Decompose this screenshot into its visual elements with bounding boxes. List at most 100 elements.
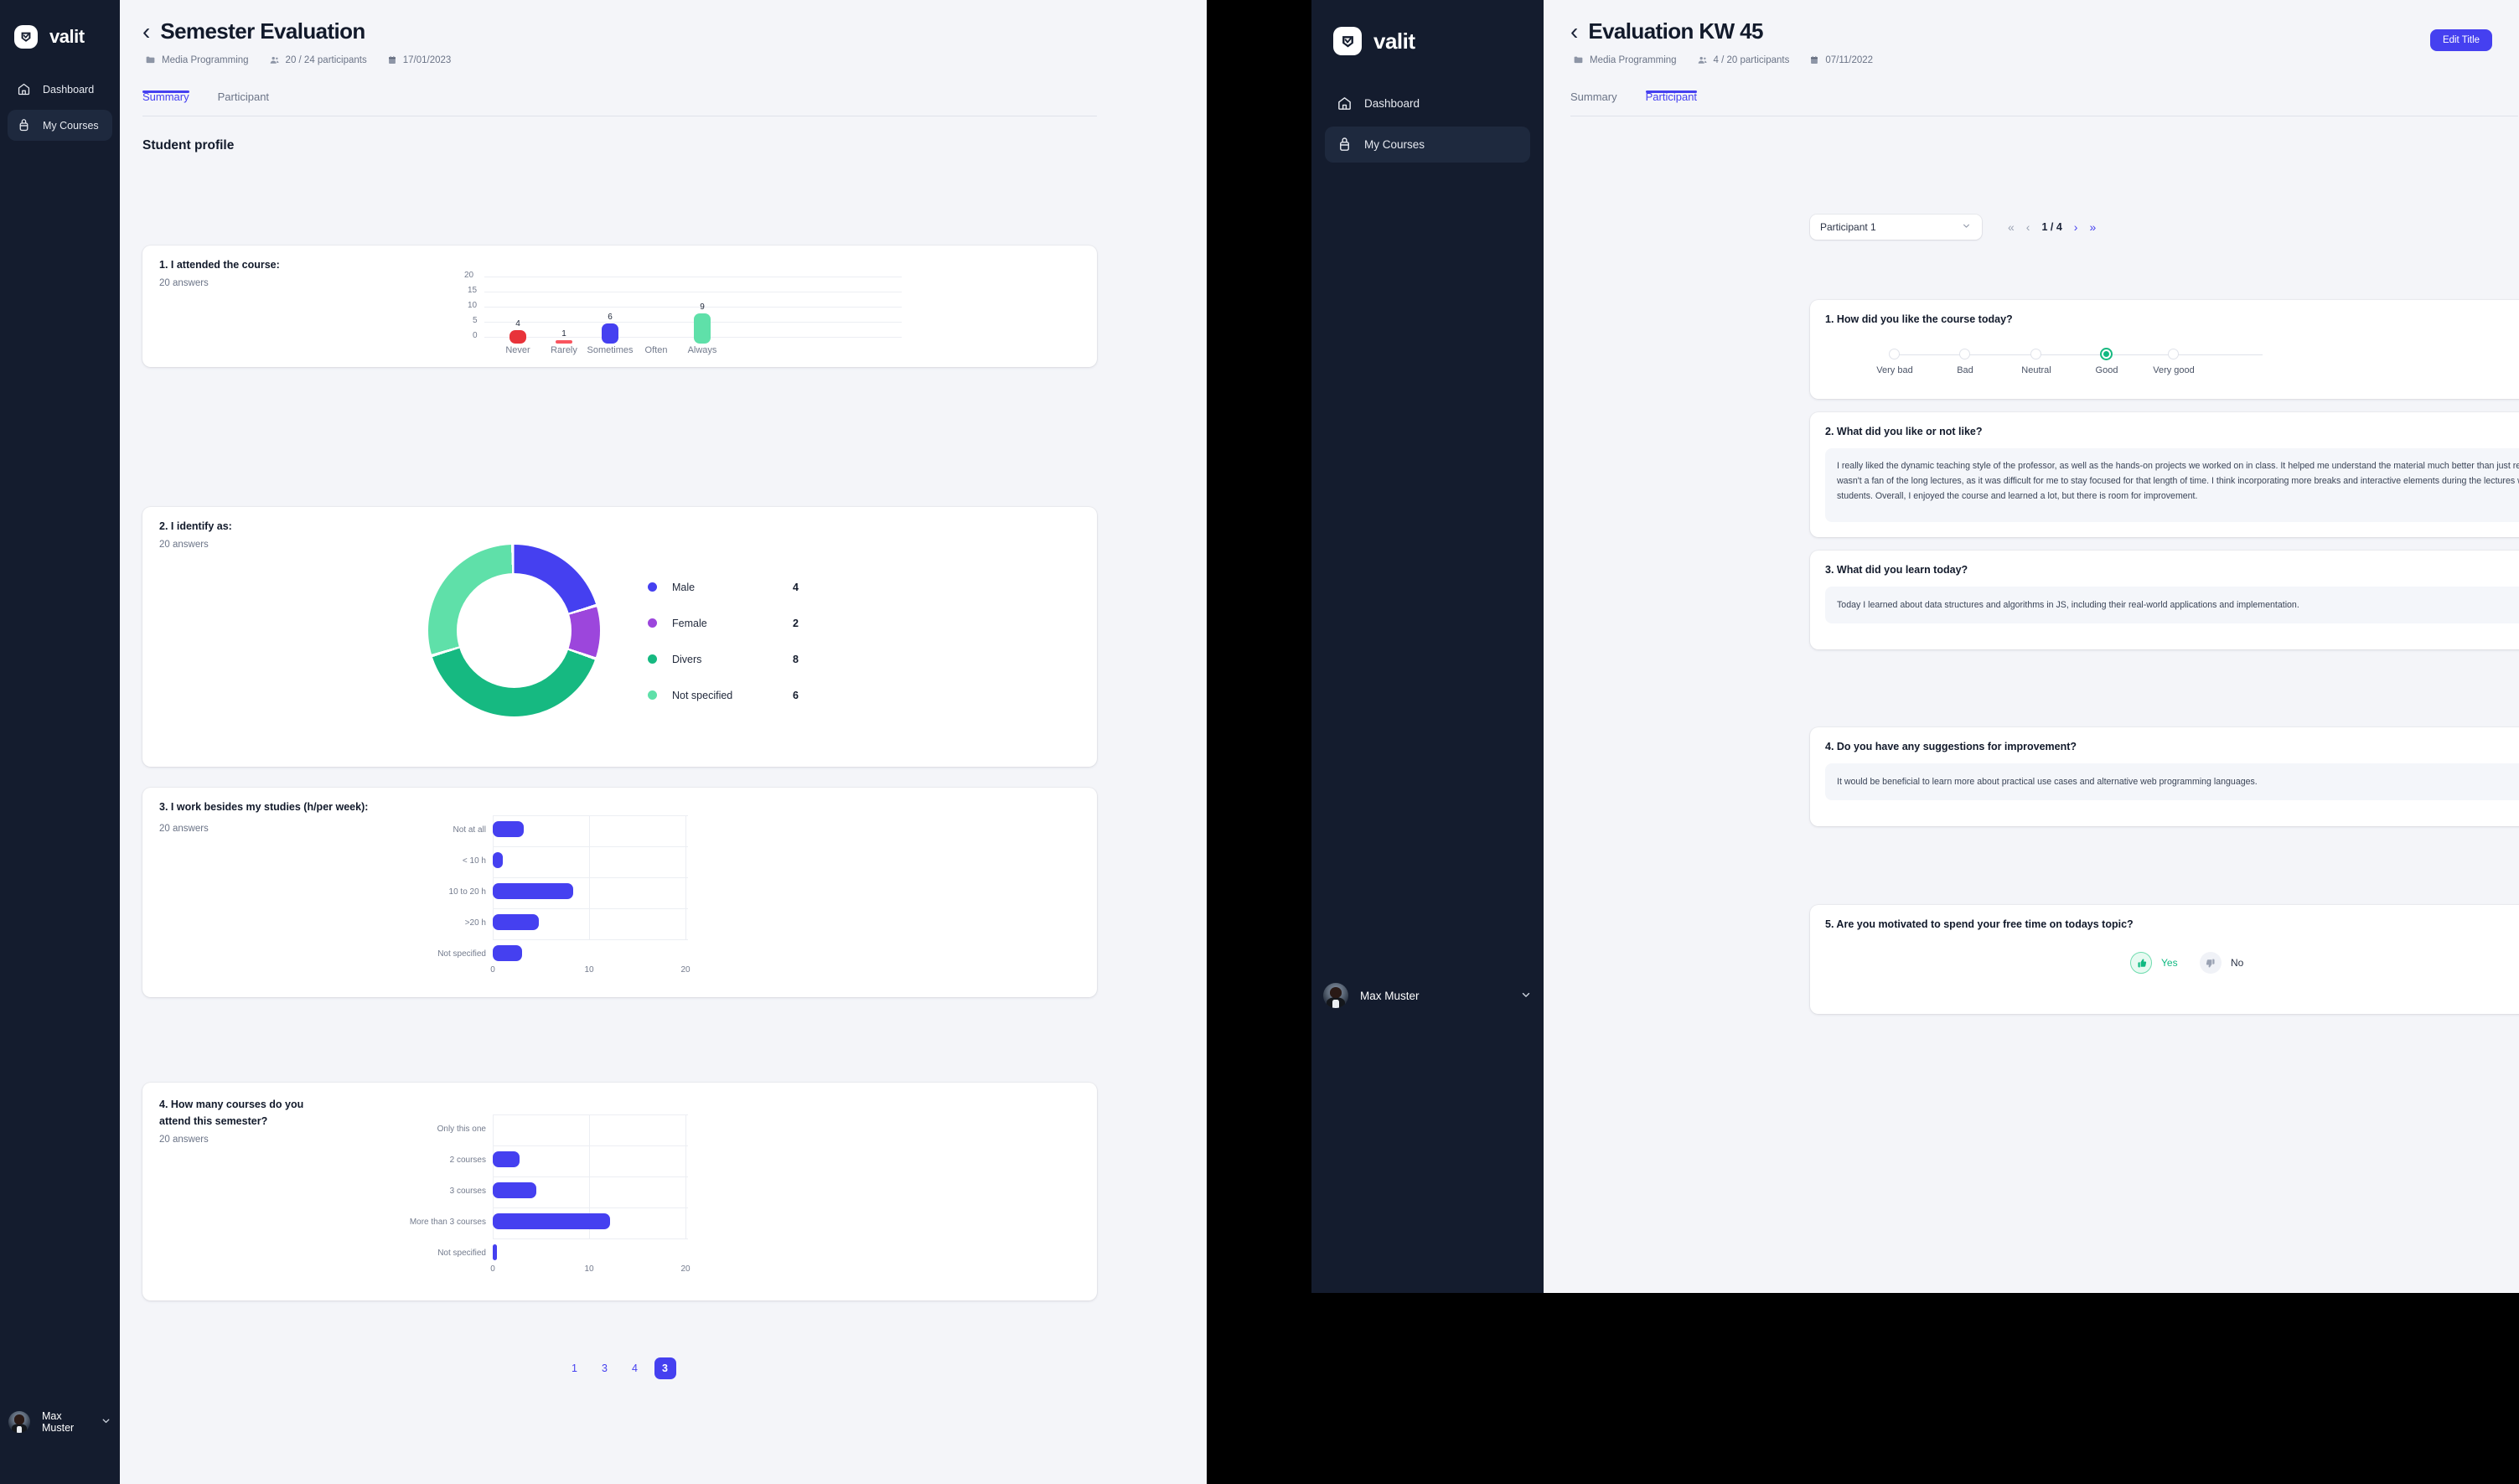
chart-q4: Only this one 2 courses 3 courses More t…: [310, 1109, 897, 1274]
page-header: ‹ Semester Evaluation Media Programming …: [120, 0, 1207, 65]
hbar-not-at-all: [493, 821, 524, 837]
q4-subtitle: 20 answers: [159, 1135, 209, 1145]
prev-page-button[interactable]: ‹: [2026, 220, 2030, 234]
page-title: Evaluation KW 45: [1588, 18, 1763, 44]
sidebar-item-my-courses[interactable]: My Courses: [8, 110, 112, 141]
hbar-10-to-20h: [493, 883, 573, 899]
brand-logo: valit: [1325, 27, 1530, 55]
courses-icon: [17, 118, 31, 132]
q1-title: 1. I attended the course:: [159, 259, 280, 271]
meta-participants: 20 / 24 participants: [269, 54, 367, 65]
thumbs-no[interactable]: No: [2200, 952, 2243, 974]
scale-option-good[interactable]: [2100, 348, 2113, 360]
left-nav: Dashboard My Courses: [8, 74, 112, 141]
people-icon: [1698, 56, 1707, 64]
tab-participant[interactable]: Participant: [218, 90, 269, 116]
x-tick: Sometimes: [587, 345, 634, 355]
right-nav: Dashboard My Courses: [1325, 85, 1530, 163]
scale-option-bad[interactable]: [1959, 349, 1970, 359]
gridline: [493, 1238, 688, 1239]
brand-logo: valit: [8, 25, 112, 49]
thumbs-up-icon[interactable]: [2130, 952, 2152, 974]
page-button-active[interactable]: 3: [654, 1357, 676, 1379]
x-tick: 20: [680, 965, 691, 975]
scale-option-very-bad[interactable]: [1889, 349, 1900, 359]
participant-select-value: Participant 1: [1820, 221, 1876, 233]
thumbs-yes[interactable]: Yes: [2130, 952, 2178, 974]
sidebar-item-dashboard[interactable]: Dashboard: [1325, 85, 1530, 122]
thumbs-down-icon[interactable]: [2200, 952, 2222, 974]
section-title: Student profile: [142, 138, 235, 153]
question-card-4: 4. How many courses do you attend this s…: [142, 1083, 1097, 1300]
summary-pagination: 1 3 4 3: [142, 1357, 1097, 1379]
brand-name: valit: [49, 26, 85, 47]
scale-label: Very bad: [1876, 365, 1913, 375]
x-tick: 0: [490, 1264, 495, 1274]
sidebar-item-label: My Courses: [1364, 138, 1425, 151]
user-menu[interactable]: Max Muster: [0, 1410, 120, 1434]
tab-participant[interactable]: Participant: [1645, 90, 1698, 116]
legend-value: 4: [793, 581, 799, 593]
x-tick: Never: [505, 345, 530, 355]
left-tabs: Summary Participant: [142, 90, 1207, 116]
y-cat: 10 to 20 h: [448, 887, 486, 897]
y-tick: 10: [468, 301, 478, 310]
breadcrumb: Media Programming 20 / 24 participants 1…: [142, 54, 1173, 65]
vgridline: [589, 815, 590, 939]
scale-line: [1894, 354, 2263, 355]
meta-course-label: Media Programming: [162, 54, 249, 65]
left-sidebar: valit Dashboard My Courses Max Muster: [0, 0, 120, 1484]
next-page-button[interactable]: ›: [2074, 220, 2078, 234]
y-tick: 5: [473, 316, 478, 325]
participant-select[interactable]: Participant 1: [1810, 215, 1982, 240]
q2-title: 2. I identify as:: [159, 520, 232, 532]
y-cat: 2 courses: [449, 1156, 486, 1165]
legend-swatch-female: [648, 618, 657, 628]
gridline: [493, 1207, 688, 1208]
participant-pagination: « ‹ 1 / 4 › »: [2008, 220, 2096, 234]
meta-date: 17/01/2023: [387, 54, 452, 65]
tab-summary[interactable]: Summary: [1570, 90, 1617, 116]
scale-option-very-good[interactable]: [2168, 349, 2179, 359]
calendar-icon: [1811, 55, 1818, 64]
question-card-2: 2. I identify as: 20 answers Male 4 Fema…: [142, 507, 1097, 767]
meta-course: Media Programming: [1573, 54, 1677, 65]
legend-label: Male: [672, 581, 696, 593]
meta-date-label: 17/01/2023: [402, 54, 452, 65]
home-icon: [17, 82, 31, 96]
first-page-button[interactable]: «: [2008, 220, 2015, 234]
chart-q2-donut: [428, 545, 600, 716]
gridline: [493, 846, 688, 847]
page-button-3a[interactable]: 3: [594, 1357, 616, 1379]
page-button-1[interactable]: 1: [564, 1357, 586, 1379]
hbar-over-20h: [493, 914, 539, 930]
hbar-not-specified: [493, 945, 522, 961]
edit-title-button[interactable]: Edit Title: [2430, 29, 2492, 51]
sidebar-item-dashboard[interactable]: Dashboard: [8, 74, 112, 105]
gridline: [493, 815, 688, 816]
legend-swatch-divers: [648, 654, 657, 664]
x-tick: 0: [490, 965, 495, 975]
sidebar-item-my-courses[interactable]: My Courses: [1325, 127, 1530, 163]
back-button[interactable]: ‹: [142, 19, 150, 44]
home-icon: [1337, 96, 1353, 111]
avatar: [8, 1411, 30, 1433]
chart-q1: 20 15 10 5 0 4 1 6 9 Never Rarely Someti…: [458, 268, 902, 356]
page-button-4[interactable]: 4: [624, 1357, 646, 1379]
last-page-button[interactable]: »: [2089, 220, 2096, 234]
hbar-3-courses: [493, 1182, 536, 1198]
scale-option-neutral[interactable]: [2030, 349, 2041, 359]
meta-date: 07/11/2022: [1809, 54, 1873, 65]
meta-course: Media Programming: [145, 54, 249, 65]
gridline: [493, 877, 688, 878]
y-tick: 20: [464, 271, 474, 280]
scale-label: Good: [2095, 365, 2118, 375]
left-window: valit Dashboard My Courses Max Muster ‹ …: [0, 0, 1207, 1484]
meta-participants: 4 / 20 participants: [1697, 54, 1789, 65]
hbar-under-10h: [493, 852, 503, 868]
donut-hole: [457, 573, 572, 688]
user-menu[interactable]: Max Muster: [1311, 983, 1544, 1008]
back-button[interactable]: ‹: [1570, 19, 1578, 44]
hbar-2-courses: [493, 1151, 520, 1167]
tab-summary[interactable]: Summary: [142, 90, 189, 116]
